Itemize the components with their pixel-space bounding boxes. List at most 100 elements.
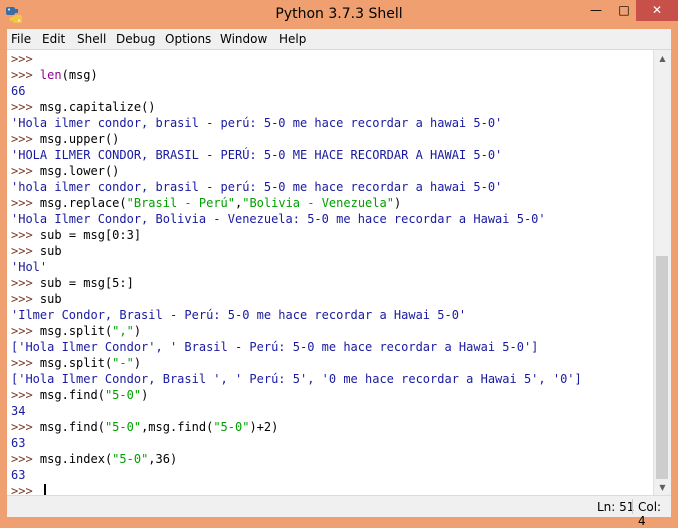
code-text: ) [393,196,402,210]
output-text: 63 [11,468,26,482]
output-text: 63 [11,436,26,450]
input-line: >>> sub [11,291,651,307]
scroll-thumb[interactable] [656,256,668,479]
input-line: >>> msg.split(",") [11,323,651,339]
string-literal: "5-0" [213,420,250,434]
title-bar[interactable]: Python 3.7.3 Shell — □ ✕ [0,0,678,29]
input-line: >>> msg.find("5-0",msg.find("5-0")+2) [11,419,651,435]
idle-shell-window: Python 3.7.3 Shell — □ ✕ File Edit Shell… [0,0,678,528]
string-literal: "Bolivia - Venezuela" [242,196,394,210]
minimize-button[interactable]: — [582,0,610,21]
status-line: Ln: 51 [597,500,635,514]
code-text: msg.find( [39,420,105,434]
code-text: ) [133,356,142,370]
output-line: 'hola ilmer condor, brasil - perú: 5-0 m… [11,179,651,195]
output-line: 66 [11,83,651,99]
output-line: 'Hola ilmer condor, brasil - perú: 5-0 m… [11,115,651,131]
status-column: Col: 4 [638,500,662,528]
input-line: >>> msg.capitalize() [11,99,651,115]
output-line: ['Hola Ilmer Condor', ' Brasil - Perú: 5… [11,339,651,355]
input-line: >>> msg.find("5-0") [11,387,651,403]
output-line: 'HOLA ILMER CONDOR, BRASIL - PERÚ: 5-0 M… [11,147,651,163]
close-button[interactable]: ✕ [636,0,678,21]
output-text: ['Hola Ilmer Condor, Brasil ', ' Perú: 5… [11,372,582,386]
output-line: 'Hola Ilmer Condor, Bolivia - Venezuela:… [11,211,651,227]
prompt: >>> [11,276,33,290]
input-line: >>> sub = msg[5:] [11,275,651,291]
output-text: 'HOLA ILMER CONDOR, BRASIL - PERÚ: 5-0 M… [11,148,503,162]
output-line: 63 [11,467,651,483]
window-title: Python 3.7.3 Shell [275,6,403,22]
string-literal: "5-0" [104,388,142,402]
code-text: (msg) [61,68,98,82]
code-text: ) [141,388,149,402]
code-text: ,36) [148,452,178,466]
code-text: msg.find( [39,388,105,402]
string-literal: "," [112,324,134,338]
string-literal: "-" [112,356,134,370]
prompt: >>> [11,292,33,306]
menu-file[interactable]: File [11,32,31,46]
code-text: msg.upper() [39,132,120,146]
prompt: >>> [11,164,33,178]
prompt: >>> [11,100,33,114]
status-bar: Ln: 51 Col: 4 [7,495,671,528]
input-line: >>> msg.upper() [11,131,651,147]
prompt: >>> [11,132,33,146]
input-line: >>> sub [11,243,651,259]
output-text: 34 [11,404,26,418]
output-text: 'hola ilmer condor, brasil - perú: 5-0 m… [11,180,503,194]
code-text: msg.split( [39,324,113,338]
code-text: sub [39,292,62,306]
shell-editor[interactable]: >>> >>> len(msg) 66 >>> msg.capitalize() 'H… [7,49,671,499]
prompt: >>> [11,452,33,466]
vertical-scrollbar[interactable]: ▲ ▼ [653,50,671,496]
prompt: >>> [11,356,33,370]
menu-bar: File Edit Shell Debug Options Window Hel… [7,29,671,49]
input-line: >>> [11,51,651,67]
menu-window[interactable]: Window [220,32,267,46]
code-text: sub [39,244,62,258]
input-line: >>> msg.split("-") [11,355,651,371]
prompt: >>> [11,244,33,258]
prompt: >>> [11,68,33,82]
output-text: 'Ilmer Condor, Brasil - Perú: 5-0 me hac… [11,308,467,322]
output-text: 66 [11,84,26,98]
prompt: >>> [11,228,33,242]
output-line: 63 [11,435,651,451]
prompt: >>> [11,196,33,210]
code-text: msg.index( [39,452,113,466]
prompt: >>> [11,420,33,434]
code-text: ,msg.find( [141,420,214,434]
code-text: sub = msg[0:3] [39,228,142,242]
prompt: >>> [11,388,33,402]
code-text: sub = msg[5:] [39,276,134,290]
status-divider [632,499,633,514]
menu-help[interactable]: Help [279,32,306,46]
menu-debug[interactable]: Debug [116,32,155,46]
string-literal: "5-0" [112,452,149,466]
scroll-down-icon[interactable]: ▼ [654,479,671,496]
output-text: 'Hol' [11,260,48,274]
string-literal: "Brasil - Perú" [126,196,235,210]
shell-output[interactable]: >>> >>> len(msg) 66 >>> msg.capitalize() 'H… [11,51,651,499]
output-line: 'Hol' [11,259,651,275]
output-line: 34 [11,403,651,419]
menu-edit[interactable]: Edit [42,32,65,46]
output-line: 'Ilmer Condor, Brasil - Perú: 5-0 me hac… [11,307,651,323]
code-text: msg.replace( [39,196,127,210]
code-text: )+2) [249,420,279,434]
maximize-button[interactable]: □ [610,0,638,21]
prompt: >>> [11,324,33,338]
menu-options[interactable]: Options [165,32,211,46]
code-text: msg.lower() [39,164,120,178]
menu-shell[interactable]: Shell [77,32,106,46]
string-literal: "5-0" [104,420,142,434]
input-line: >>> len(msg) [11,67,651,83]
output-text: 'Hola Ilmer Condor, Bolivia - Venezuela:… [11,212,546,226]
input-line: >>> msg.replace("Brasil - Perú","Bolivia… [11,195,651,211]
input-line: >>> msg.lower() [11,163,651,179]
output-line: ['Hola Ilmer Condor, Brasil ', ' Perú: 5… [11,371,651,387]
scroll-up-icon[interactable]: ▲ [654,50,671,67]
output-text: ['Hola Ilmer Condor', ' Brasil - Perú: 5… [11,340,539,354]
